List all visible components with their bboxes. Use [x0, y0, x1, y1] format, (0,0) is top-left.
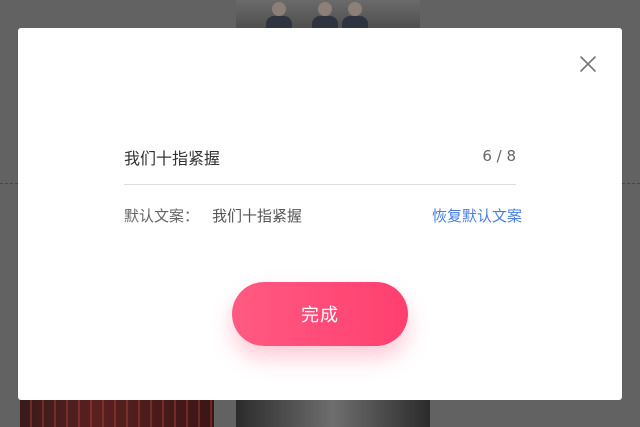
- restore-default-link[interactable]: 恢复默认文案: [432, 205, 522, 226]
- background-photo-thumbnail: [20, 400, 214, 427]
- close-button[interactable]: [579, 55, 597, 73]
- done-button[interactable]: 完成: [232, 282, 408, 346]
- background-photo-top: [236, 0, 420, 28]
- default-caption-label: 默认文案：: [124, 207, 200, 225]
- default-caption-row: 默认文案： 我们十指紧握 恢复默认文案: [124, 205, 522, 229]
- background-photo-thumbnail: [236, 400, 430, 427]
- close-icon: [580, 56, 596, 72]
- edit-caption-dialog: 6 / 8 默认文案： 我们十指紧握 恢复默认文案 完成: [18, 28, 622, 400]
- default-caption-text: 我们十指紧握: [212, 207, 303, 225]
- caption-input[interactable]: [124, 143, 454, 171]
- character-counter: 6 / 8: [482, 147, 516, 165]
- background-divider: [622, 183, 640, 184]
- caption-input-row: 6 / 8: [124, 143, 516, 185]
- background-divider: [0, 183, 18, 184]
